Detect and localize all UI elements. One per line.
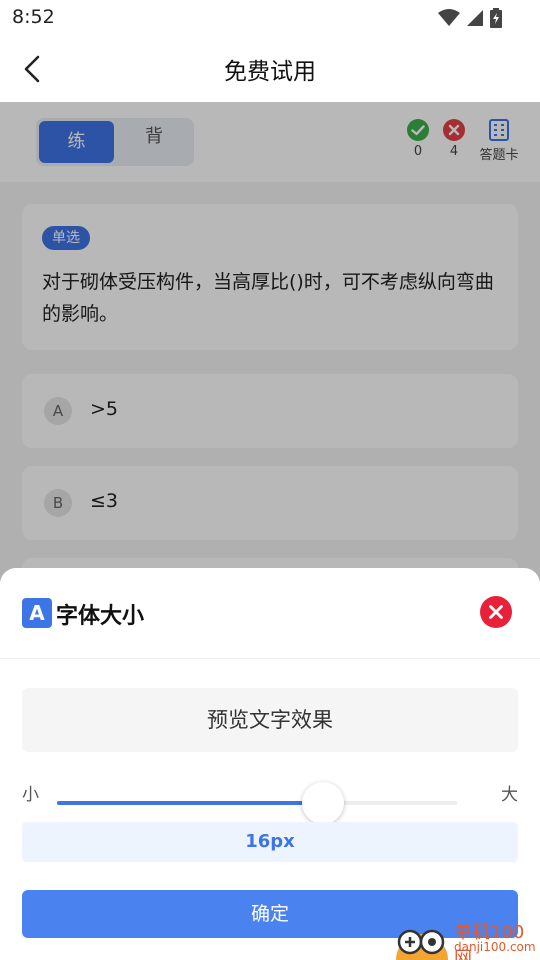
watermark: 单机100网 danji100.com	[392, 916, 540, 960]
sheet-title: 字体大小	[56, 604, 145, 629]
app-header: 免费试用	[0, 36, 540, 102]
slider-min-label: 小	[22, 785, 39, 805]
status-icons	[438, 8, 502, 28]
watermark-url: danji100.com	[454, 940, 536, 954]
slider-fill	[57, 801, 323, 805]
battery-icon	[490, 8, 502, 28]
slider-thumb[interactable]	[302, 782, 344, 824]
preview-text: 预览文字效果	[22, 688, 518, 752]
watermark-logo-icon	[396, 929, 448, 960]
close-icon[interactable]	[480, 596, 512, 628]
font-size-sheet: A 字体大小 预览文字效果 小 大 16px 确定	[0, 568, 540, 960]
status-time: 8:52	[12, 6, 55, 28]
wifi-icon	[438, 9, 460, 26]
font-size-value: 16px	[22, 822, 518, 862]
slider-max-label: 大	[501, 785, 518, 805]
font-size-slider[interactable]	[57, 782, 457, 824]
status-bar: 8:52	[0, 0, 540, 36]
signal-icon	[467, 10, 483, 26]
page-title: 免费试用	[224, 59, 316, 85]
font-size-badge: A	[22, 598, 52, 628]
sheet-divider	[0, 658, 540, 659]
